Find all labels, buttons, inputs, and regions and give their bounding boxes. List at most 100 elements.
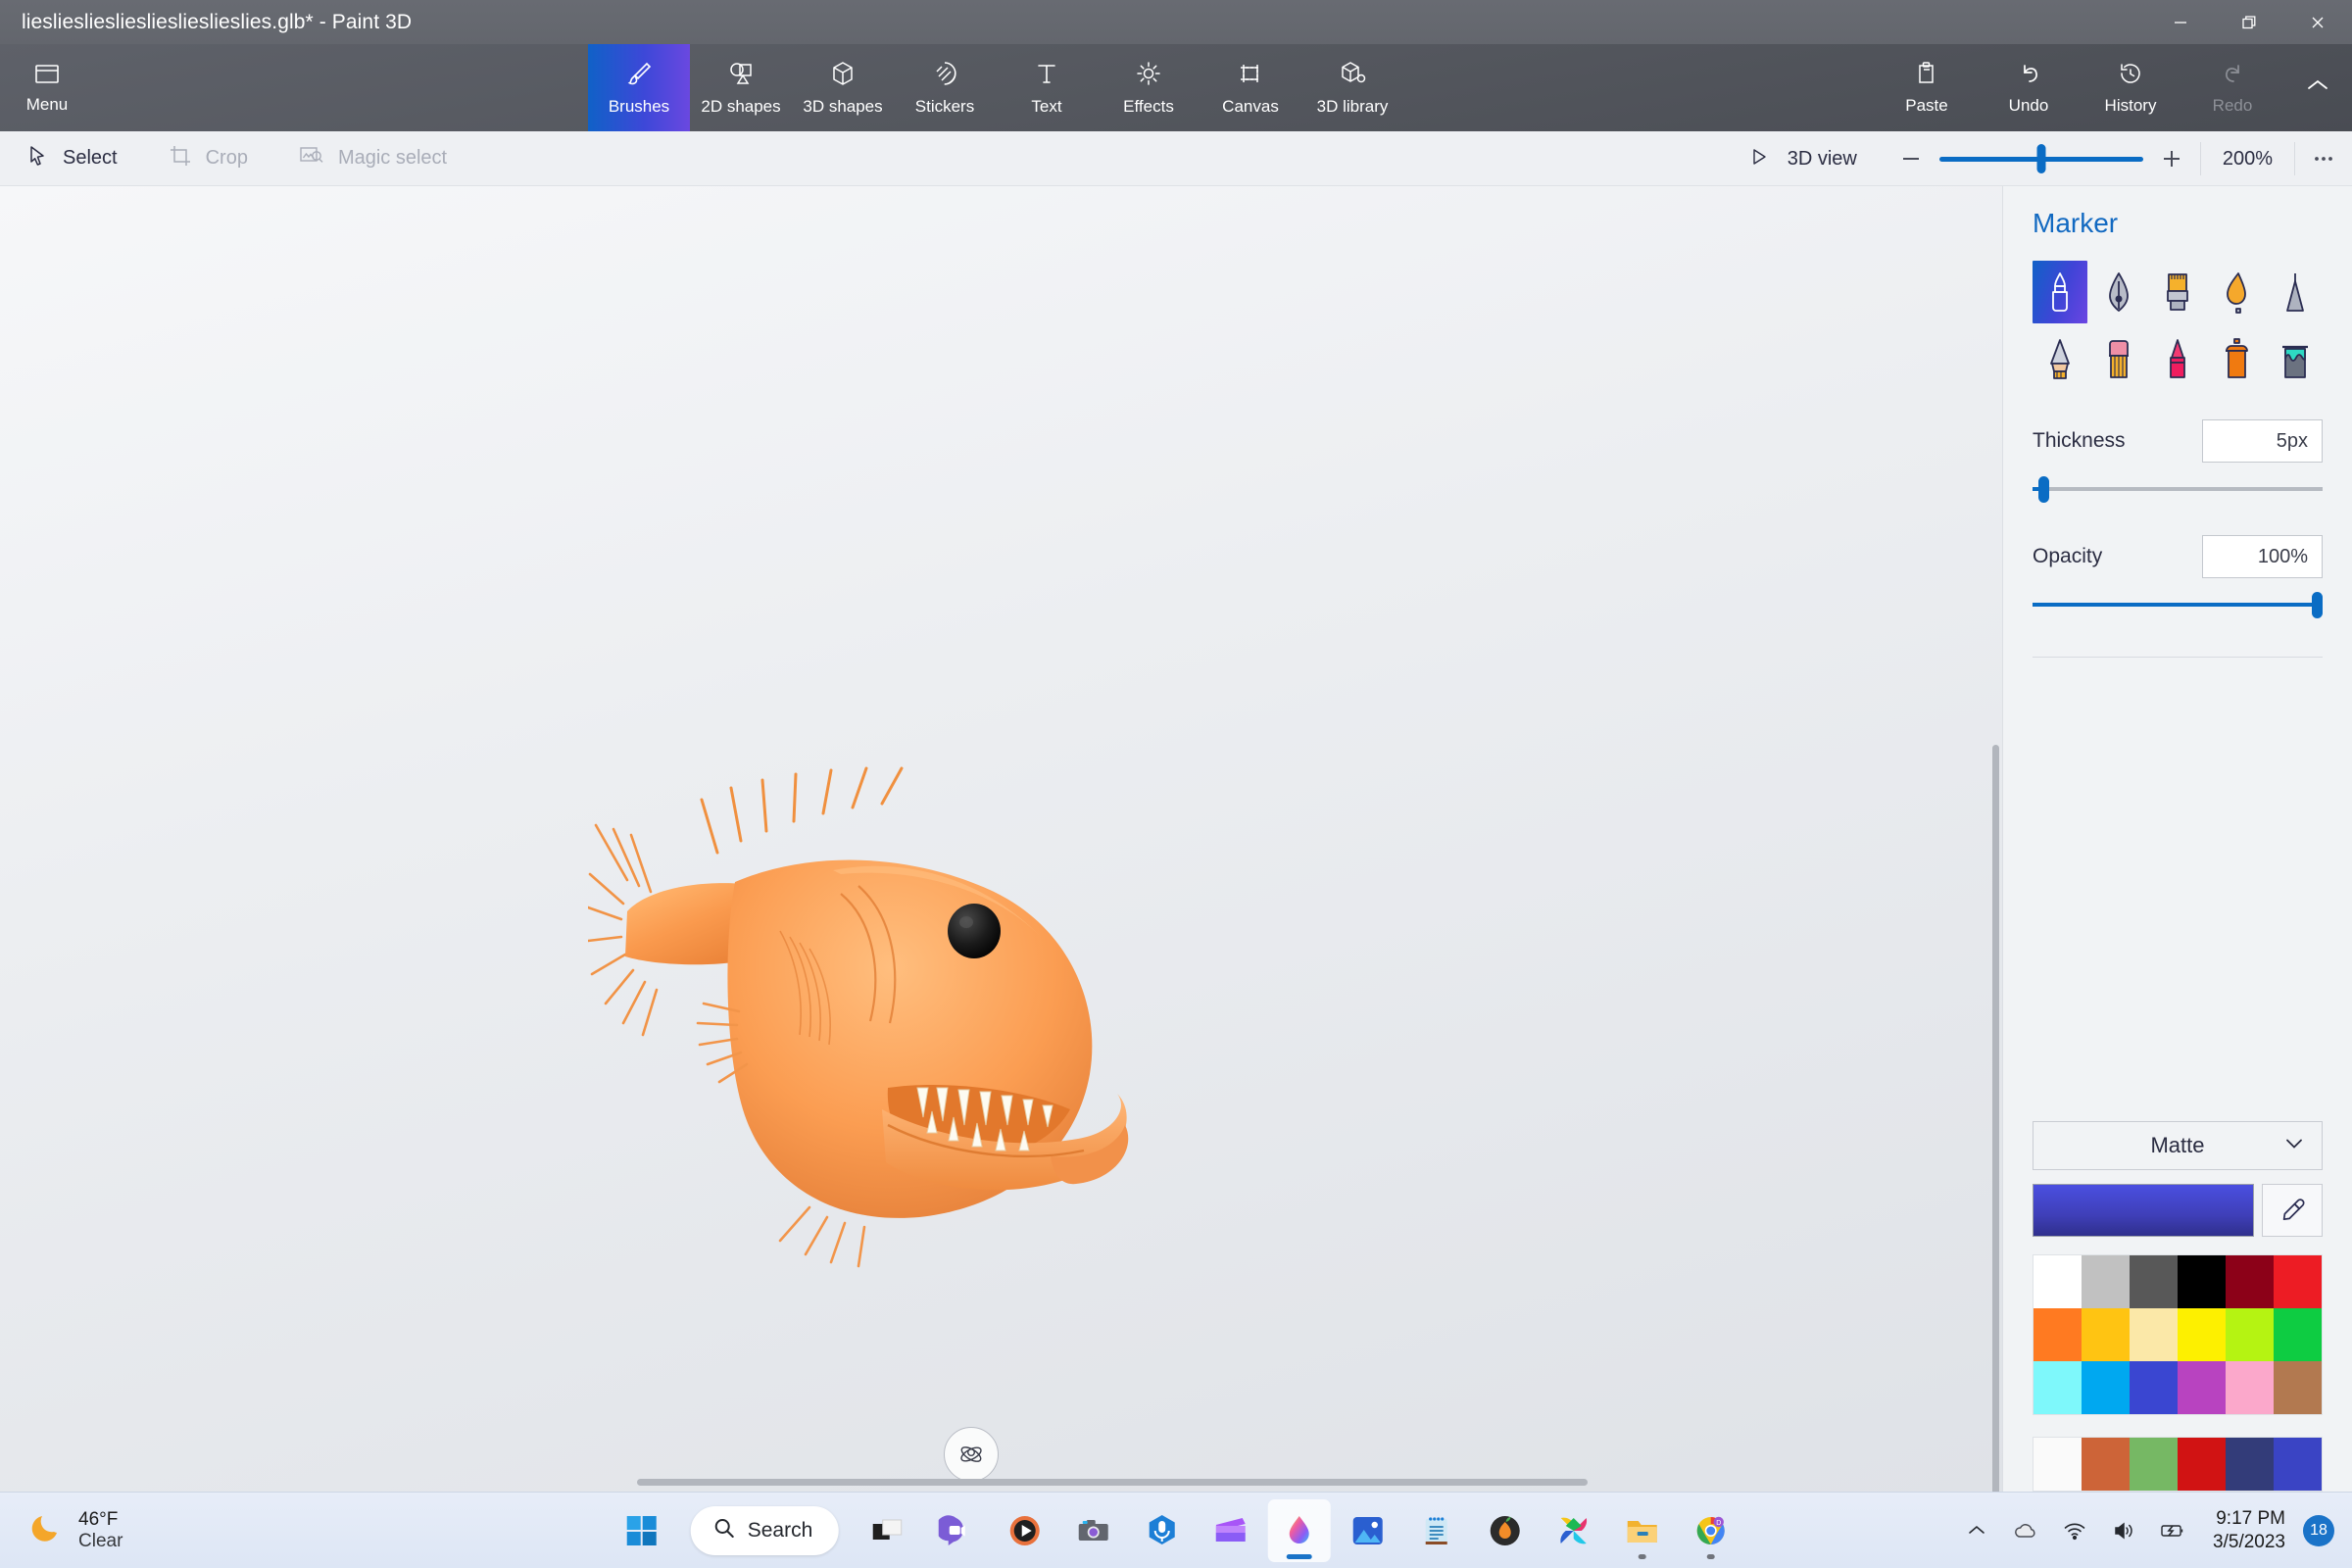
volume-icon[interactable] xyxy=(2101,1500,2146,1561)
palette-swatch[interactable] xyxy=(2226,1361,2274,1414)
onedrive-icon[interactable] xyxy=(2003,1500,2048,1561)
paste-button[interactable]: Paste xyxy=(1876,44,1978,131)
history-button[interactable]: History xyxy=(2080,44,2181,131)
tab-effects[interactable]: Effects xyxy=(1098,44,1200,131)
taskbar-app-photos[interactable] xyxy=(1336,1499,1398,1562)
palette-swatch[interactable] xyxy=(2274,1308,2322,1361)
palette-swatch[interactable] xyxy=(2034,1308,2082,1361)
palette-swatch[interactable] xyxy=(2034,1255,2082,1308)
clock[interactable]: 9:17 PM 3/5/2023 xyxy=(2199,1507,2299,1554)
zoom-slider-thumb[interactable] xyxy=(2036,144,2046,173)
tab-stickers[interactable]: Stickers xyxy=(894,44,996,131)
tab-2d-shapes[interactable]: 2D shapes xyxy=(690,44,792,131)
opacity-input[interactable]: 100% xyxy=(2202,535,2323,578)
taskbar-app-chrome[interactable]: D xyxy=(1679,1499,1741,1562)
wifi-icon[interactable] xyxy=(2052,1500,2097,1561)
palette-swatch[interactable] xyxy=(2130,1361,2178,1414)
zoom-out-button[interactable] xyxy=(1883,131,1939,186)
brush-pencil[interactable] xyxy=(2033,327,2087,390)
taskbar-app-notepad[interactable] xyxy=(1404,1499,1467,1562)
zoom-in-button[interactable] xyxy=(2143,131,2200,186)
crop-tool[interactable]: Crop xyxy=(143,131,273,186)
tab-text[interactable]: Text xyxy=(996,44,1098,131)
eyedropper-button[interactable] xyxy=(2262,1184,2323,1237)
anglerfish-3d-model[interactable] xyxy=(588,764,1431,1313)
canvas-vertical-scrollbar[interactable] xyxy=(1992,745,1999,1492)
brush-calligraphy-pen[interactable] xyxy=(2091,261,2146,323)
notification-badge[interactable]: 18 xyxy=(2303,1514,2334,1546)
taskbar-app-paint-3d[interactable] xyxy=(1267,1498,1331,1562)
taskbar-app-task-view[interactable] xyxy=(856,1499,918,1562)
collapse-ribbon-button[interactable] xyxy=(2283,44,2352,131)
undo-button[interactable]: Undo xyxy=(1978,44,2080,131)
redo-button[interactable]: Redo xyxy=(2181,44,2283,131)
brush-oil[interactable] xyxy=(2150,261,2205,323)
search-label: Search xyxy=(747,1518,813,1542)
taskbar-app-fl-studio[interactable] xyxy=(1473,1499,1536,1562)
thickness-input[interactable]: 5px xyxy=(2202,419,2323,463)
minimize-button[interactable] xyxy=(2146,0,2215,44)
palette-swatch[interactable] xyxy=(2274,1255,2322,1308)
palette-swatch[interactable] xyxy=(2274,1361,2322,1414)
brush-crayon[interactable] xyxy=(2150,327,2205,390)
palette-swatch[interactable] xyxy=(2082,1361,2130,1414)
tab-brushes[interactable]: Brushes xyxy=(588,44,690,131)
restore-button[interactable] xyxy=(2215,0,2283,44)
3d-view-button[interactable]: 3D view xyxy=(1723,131,1883,186)
palette-swatch[interactable] xyxy=(2130,1308,2178,1361)
palette-swatch[interactable] xyxy=(2226,1255,2274,1308)
palette-swatch[interactable] xyxy=(2178,1308,2226,1361)
palette-swatch[interactable] xyxy=(2226,1308,2274,1361)
select-tool[interactable]: Select xyxy=(0,131,143,186)
taskbar-app-file-explorer[interactable] xyxy=(1610,1499,1673,1562)
recent-swatch[interactable] xyxy=(2178,1438,2226,1491)
tab-canvas[interactable]: Canvas xyxy=(1200,44,1301,131)
canvas-horizontal-scrollbar[interactable] xyxy=(637,1479,1588,1486)
palette-swatch[interactable] xyxy=(2130,1255,2178,1308)
canvas-3d-viewport[interactable] xyxy=(0,186,2002,1492)
palette-swatch[interactable] xyxy=(2178,1361,2226,1414)
taskbar-app-xbox[interactable] xyxy=(1542,1499,1604,1562)
orbit-view-button[interactable] xyxy=(944,1427,999,1482)
taskbar-app-voice-recorder[interactable] xyxy=(1130,1499,1193,1562)
brush-spray-can[interactable] xyxy=(2209,327,2264,390)
recent-swatch[interactable] xyxy=(2082,1438,2130,1491)
palette-swatch[interactable] xyxy=(2082,1255,2130,1308)
palette-swatch[interactable] xyxy=(2178,1255,2226,1308)
taskbar-app-media-player[interactable] xyxy=(993,1499,1055,1562)
palette-swatch[interactable] xyxy=(2034,1361,2082,1414)
menu-button[interactable]: Menu xyxy=(0,44,94,131)
taskbar-app-chat-teams[interactable] xyxy=(924,1499,987,1562)
brush-eraser[interactable] xyxy=(2091,327,2146,390)
palette-swatch[interactable] xyxy=(2082,1308,2130,1361)
recent-swatch[interactable] xyxy=(2274,1438,2322,1491)
close-button[interactable] xyxy=(2283,0,2352,44)
taskbar-app-clipchamp[interactable] xyxy=(1199,1499,1261,1562)
current-color-swatch[interactable] xyxy=(2033,1184,2254,1237)
more-options-button[interactable] xyxy=(2295,131,2352,186)
recent-swatch[interactable] xyxy=(2226,1438,2274,1491)
search-box[interactable]: Search xyxy=(690,1505,839,1555)
recent-swatch[interactable] xyxy=(2130,1438,2178,1491)
thickness-slider[interactable] xyxy=(2033,472,2323,506)
brush-marker[interactable] xyxy=(2033,261,2087,323)
taskbar-app-camera[interactable] xyxy=(1061,1499,1124,1562)
start-button[interactable] xyxy=(611,1499,673,1562)
recent-swatch[interactable] xyxy=(2034,1438,2082,1491)
material-dropdown[interactable]: Matte xyxy=(2033,1121,2323,1170)
battery-icon[interactable] xyxy=(2150,1500,2195,1561)
thickness-slider-thumb[interactable] xyxy=(2038,476,2049,503)
brush-fill-bucket[interactable] xyxy=(2268,327,2323,390)
opacity-slider[interactable] xyxy=(2033,588,2323,621)
opacity-slider-thumb[interactable] xyxy=(2312,592,2323,618)
3d-view-icon xyxy=(1748,145,1774,173)
tab-3d-shapes[interactable]: 3D shapes xyxy=(792,44,894,131)
chevron-down-icon xyxy=(2282,1136,2306,1156)
magic-select-tool[interactable]: Magic select xyxy=(273,131,472,186)
zoom-slider[interactable] xyxy=(1938,131,2143,186)
tray-chevron-button[interactable] xyxy=(1954,1500,1999,1561)
brush-watercolor[interactable] xyxy=(2209,261,2264,323)
brush-pixel-pen[interactable] xyxy=(2268,261,2323,323)
weather-widget[interactable]: 46°F Clear xyxy=(0,1509,122,1552)
tab-3d-library[interactable]: 3D library xyxy=(1301,44,1403,131)
